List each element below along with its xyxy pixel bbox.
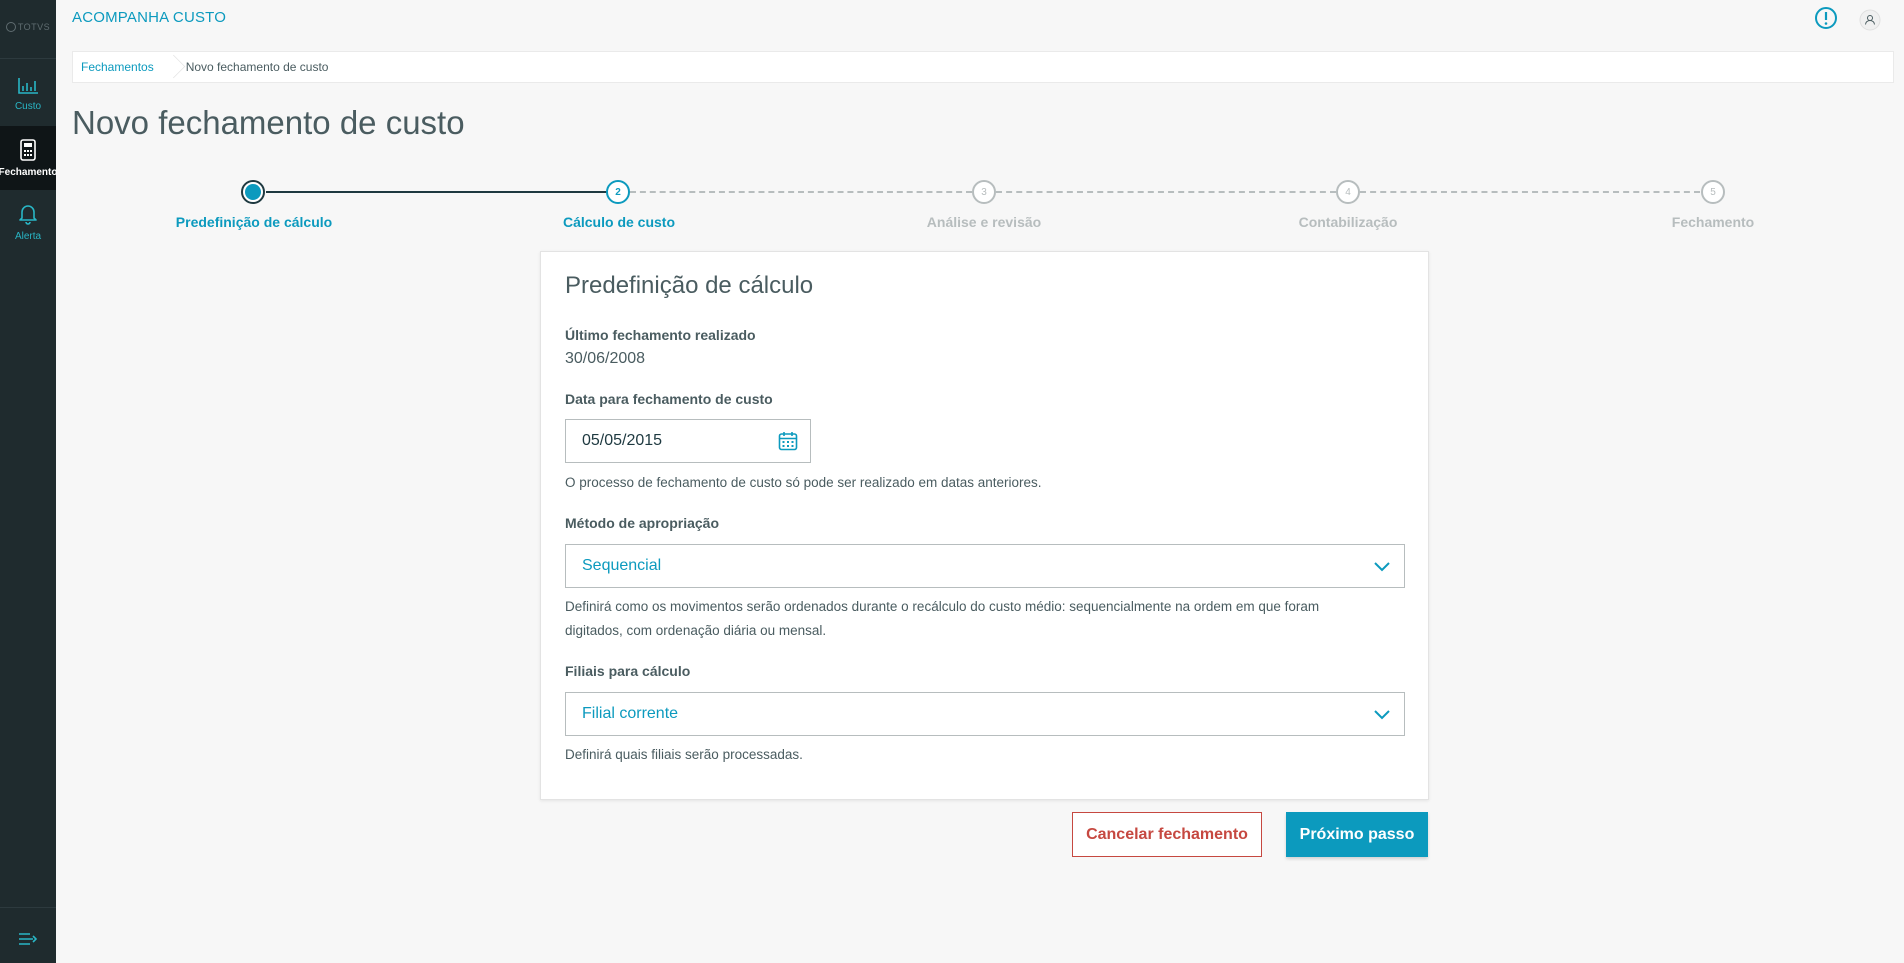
step-3-circle: 3	[972, 180, 996, 204]
step-2-label[interactable]: Cálculo de custo	[509, 214, 729, 230]
closing-date-value: 05/05/2015	[582, 432, 663, 449]
last-closing-value: 30/06/2008	[565, 350, 646, 367]
cancel-closing-button[interactable]: Cancelar fechamento	[1072, 812, 1262, 857]
collapse-menu-icon	[19, 933, 38, 945]
method-label: Método de apropriação	[565, 515, 720, 531]
bell-icon	[19, 204, 37, 225]
step-2-circle[interactable]: 2	[606, 180, 630, 204]
card-title: Predefinição de cálculo	[565, 272, 814, 299]
breadcrumb-current: Novo fechamento de custo	[185, 60, 329, 74]
branches-help: Definirá quais filiais serão processadas…	[565, 747, 803, 762]
stepper-connector	[1360, 191, 1700, 193]
stepper-connector	[996, 191, 1336, 193]
calculator-icon	[20, 138, 36, 161]
last-closing-label: Último fechamento realizado	[565, 327, 756, 343]
step-5-label: Fechamento	[1671, 214, 1755, 230]
sidebar-item-custo[interactable]: Custo	[0, 62, 56, 126]
method-help: Definirá como os movimentos serão ordena…	[565, 599, 1320, 638]
collapse-menu-button[interactable]	[0, 920, 56, 958]
totvs-logo-icon	[5, 22, 16, 32]
user-profile-button[interactable]	[1858, 8, 1882, 32]
closing-date-label: Data para fechamento de custo	[565, 391, 773, 407]
bar-chart-icon	[18, 77, 38, 94]
page-title: Novo fechamento de custo	[72, 104, 465, 141]
step-4-circle: 4	[1336, 180, 1360, 204]
branches-selected-value: Filial corrente	[582, 705, 679, 722]
sidebar-item-label: Fechamento	[0, 166, 58, 178]
sidebar-item-label: Custo	[14, 100, 42, 112]
calculation-predefinition-card: Predefinição de cálculo Último fechament…	[540, 251, 1429, 800]
next-step-button[interactable]: Próximo passo	[1286, 812, 1428, 857]
sidebar-divider	[0, 58, 56, 59]
user-avatar-icon	[1859, 9, 1881, 31]
branches-label: Filiais para cálculo	[565, 663, 691, 679]
sidebar-item-alerta[interactable]: Alerta	[0, 190, 56, 254]
calendar-icon	[778, 432, 798, 451]
app-title: ACOMPANHA CUSTO	[72, 9, 227, 26]
breadcrumb-separator	[164, 51, 174, 83]
brand-name: TOTVS	[17, 22, 51, 32]
breadcrumb: Fechamentos Novo fechamento de custo	[72, 51, 1894, 83]
step-4-label: Contabilização	[1298, 214, 1398, 230]
stepper-connector	[630, 191, 972, 193]
stepper-connector-done	[266, 191, 618, 193]
step-5-circle: 5	[1701, 180, 1725, 204]
method-select[interactable]: Sequencial	[565, 544, 1405, 588]
brand-logo: TOTVS	[0, 14, 56, 40]
sidebar: TOTVS Custo Fechamento Alerta	[0, 0, 58, 963]
step-1-label[interactable]: Predefinição de cálculo	[144, 214, 364, 230]
sidebar-item-fechamento[interactable]: Fechamento	[0, 126, 58, 190]
notifications-button[interactable]	[1814, 6, 1838, 30]
step-3-label: Análise e revisão	[926, 214, 1042, 230]
breadcrumb-link-fechamentos[interactable]: Fechamentos	[81, 60, 154, 74]
closing-date-input[interactable]: 05/05/2015	[565, 419, 811, 463]
method-selected-value: Sequencial	[582, 557, 662, 574]
chevron-down-icon	[1374, 710, 1390, 720]
step-1-circle[interactable]	[241, 180, 265, 204]
branches-select[interactable]: Filial corrente	[565, 692, 1405, 736]
sidebar-item-label: Alerta	[14, 230, 42, 242]
alert-circle-icon	[1815, 7, 1837, 29]
chevron-down-icon	[1374, 562, 1390, 572]
sidebar-divider	[0, 907, 56, 908]
calendar-button[interactable]	[778, 431, 798, 456]
closing-date-help: O processo de fechamento de custo só pod…	[565, 475, 1042, 490]
